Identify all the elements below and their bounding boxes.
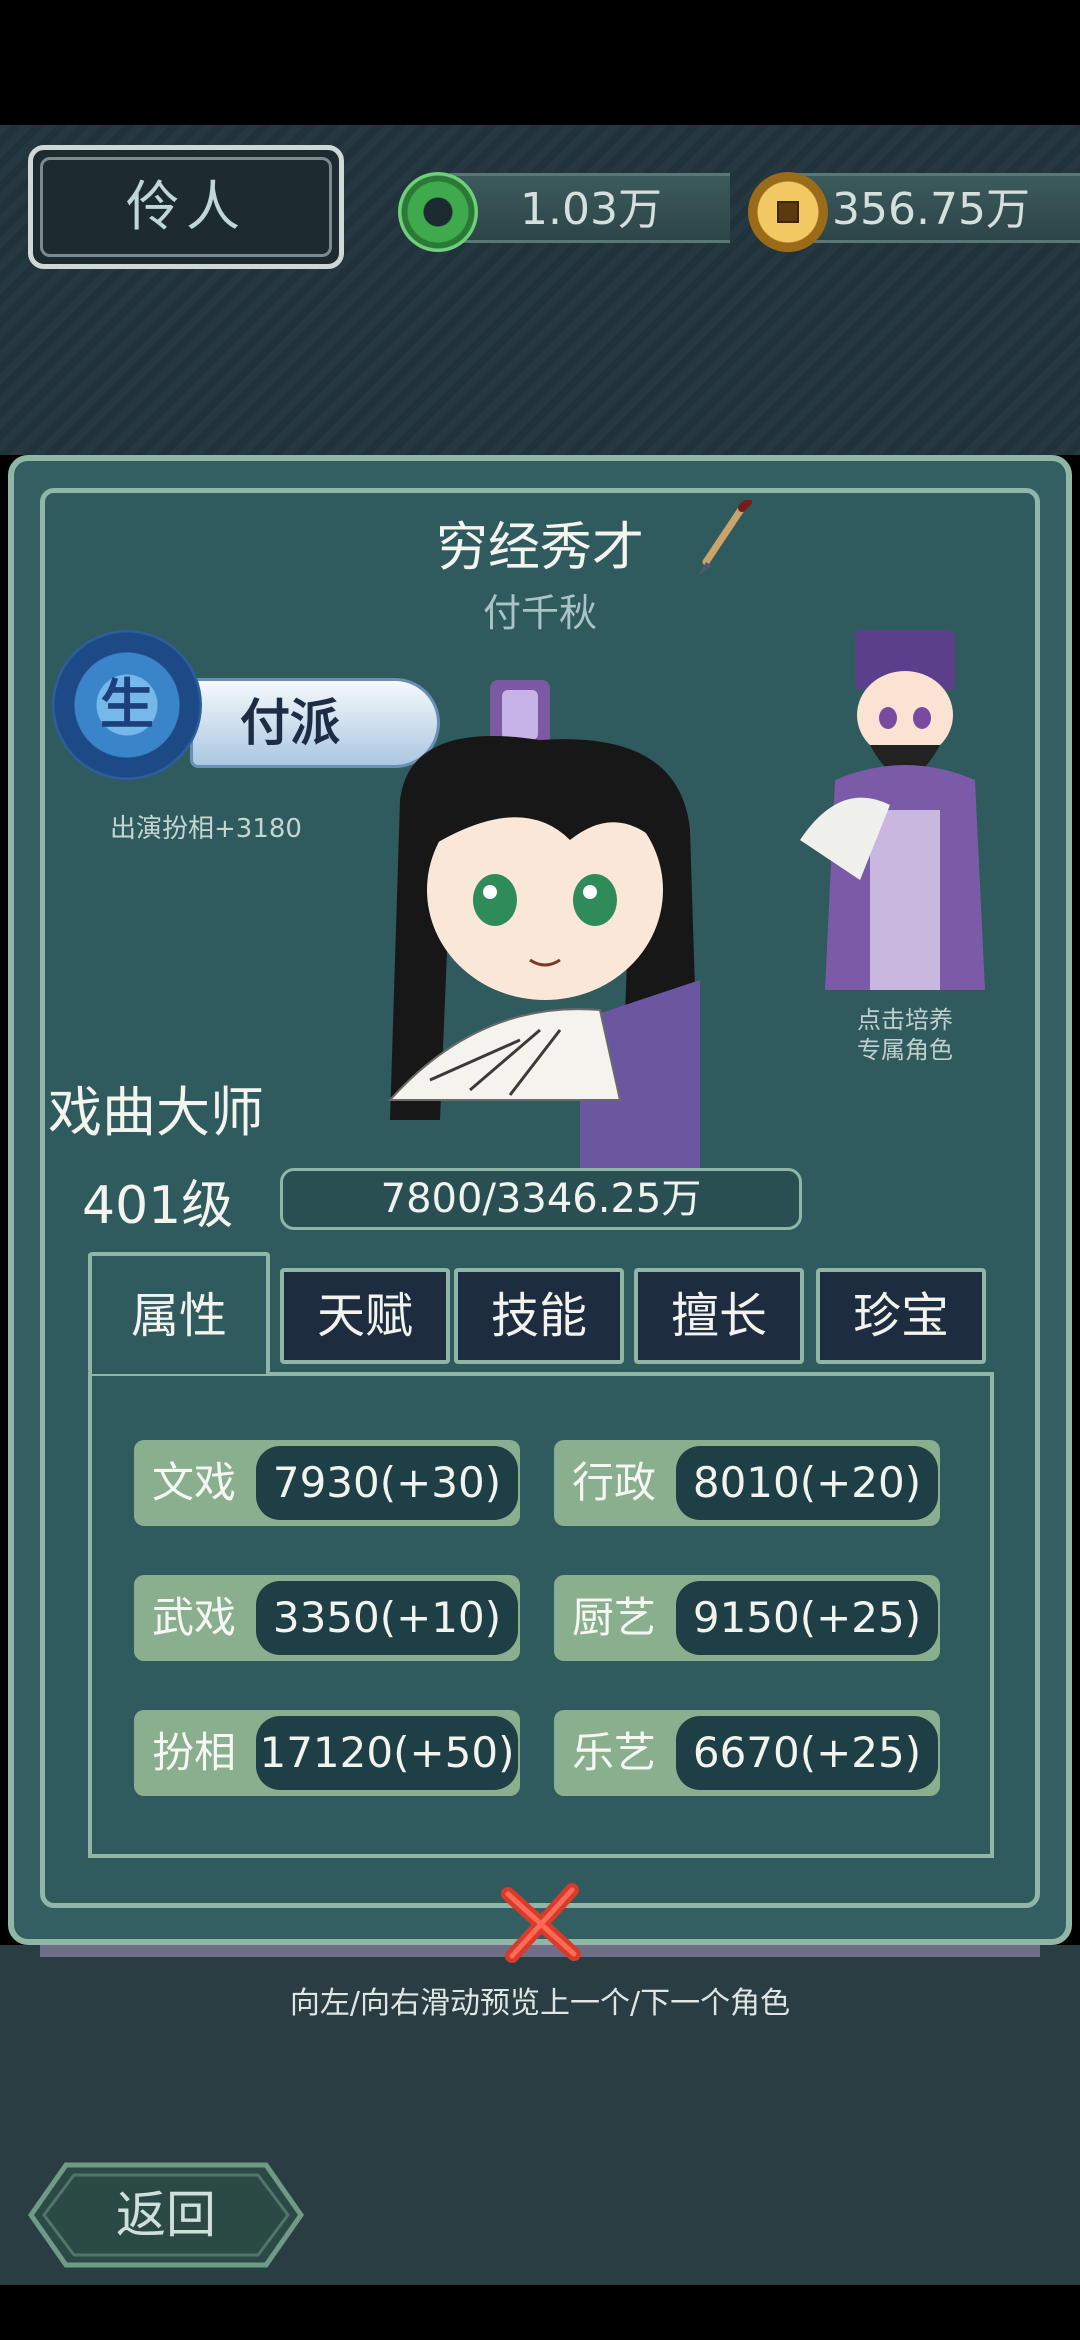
stat-label: 行政 bbox=[572, 1458, 657, 1507]
coin-amount: 356.75万 bbox=[832, 184, 1030, 235]
exclusive-character[interactable] bbox=[800, 630, 1000, 1010]
jade-icon bbox=[398, 172, 478, 252]
brush-icon[interactable] bbox=[692, 500, 752, 580]
stat-value: 7930(+30) bbox=[256, 1446, 518, 1520]
character-portrait[interactable] bbox=[370, 680, 710, 1170]
tab-attributes[interactable]: 属性 bbox=[88, 1252, 270, 1374]
back-label[interactable]: 返回 bbox=[26, 2160, 306, 2270]
stat-value: 9150(+25) bbox=[676, 1581, 938, 1655]
close-icon[interactable] bbox=[498, 1880, 584, 1966]
page-title: 伶人 bbox=[126, 175, 246, 238]
tab-treasure[interactable]: 珍宝 bbox=[816, 1268, 986, 1364]
school-name: 付派 bbox=[240, 694, 340, 752]
train-hint-line2: 专属角色 bbox=[857, 1036, 953, 1064]
coin-hole bbox=[777, 201, 799, 223]
stat-label: 扮相 bbox=[152, 1728, 237, 1777]
stat-value: 17120(+50) bbox=[256, 1716, 518, 1790]
rank-title: 戏曲大师 bbox=[48, 1081, 264, 1144]
tab-talent[interactable]: 天赋 bbox=[280, 1268, 450, 1364]
school-role-char: 生 bbox=[100, 673, 154, 736]
stat-label: 文戏 bbox=[152, 1458, 237, 1507]
swipe-hint: 向左/向右滑动预览上一个/下一个角色 bbox=[289, 1986, 791, 2021]
stat-label: 乐艺 bbox=[572, 1728, 657, 1777]
stat-value: 6670(+25) bbox=[676, 1716, 938, 1790]
role-name: 付千秋 bbox=[482, 591, 597, 635]
stat-label: 武戏 bbox=[152, 1593, 237, 1642]
stat-value: 8010(+20) bbox=[676, 1446, 938, 1520]
stat-value: 3350(+10) bbox=[256, 1581, 518, 1655]
stat-label: 厨艺 bbox=[572, 1593, 657, 1642]
jade-amount: 1.03万 bbox=[520, 184, 662, 235]
school-bonus: 出演扮相+3180 bbox=[110, 814, 302, 844]
level-label: 401级 bbox=[82, 1176, 234, 1236]
tab-expertise[interactable]: 擅长 bbox=[634, 1268, 804, 1364]
nav-bar bbox=[0, 2290, 1080, 2340]
exp-value: 7800/3346.25万 bbox=[380, 1176, 702, 1222]
tab-skill[interactable]: 技能 bbox=[454, 1268, 624, 1364]
